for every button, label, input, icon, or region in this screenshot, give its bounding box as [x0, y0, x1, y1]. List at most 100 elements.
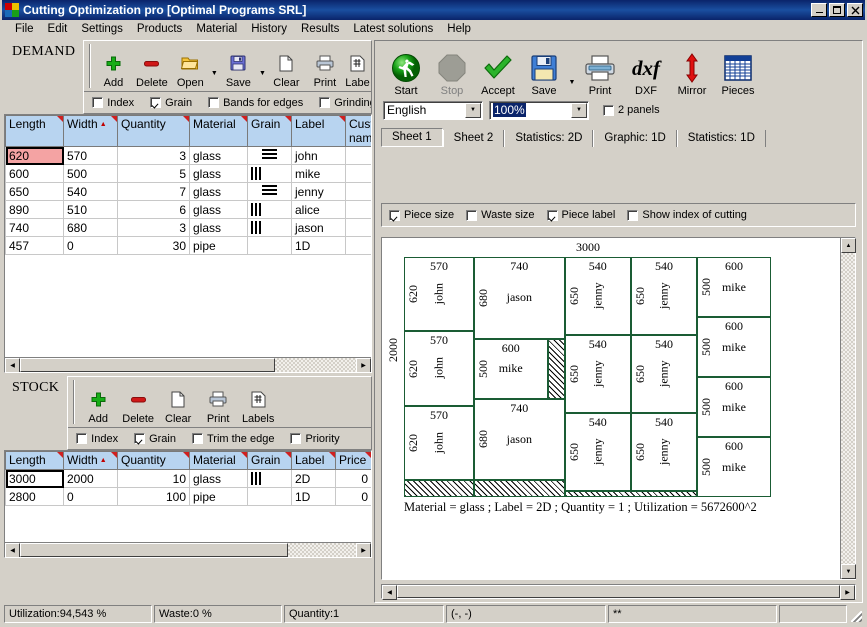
cell-width[interactable]: 570 [64, 147, 118, 165]
cut-piece[interactable]: 570620john [404, 331, 474, 405]
cell-material[interactable]: glass [190, 147, 248, 165]
cell-quantity[interactable]: 100 [118, 488, 190, 506]
cell-width[interactable]: 500 [64, 165, 118, 183]
cut-piece[interactable]: 570620john [404, 406, 474, 480]
cell-grain[interactable] [248, 219, 292, 237]
cell-customer[interactable] [346, 219, 372, 237]
cell-length[interactable]: 3000 [6, 470, 64, 488]
cell-width[interactable]: 2000 [64, 470, 118, 488]
scroll-right-button[interactable]: ▶ [356, 543, 371, 558]
cut-piece[interactable]: 600500mike [474, 339, 548, 399]
demand-table[interactable]: Length Width Quantity Material Grain Lab… [5, 115, 371, 255]
stock-col-material[interactable]: Material [190, 452, 248, 470]
cell-customer[interactable] [346, 201, 372, 219]
pieces-button[interactable]: Pieces [715, 45, 761, 97]
tab-graphic-1d[interactable]: Graphic: 1D [593, 130, 676, 147]
demand-open-button[interactable]: Open [171, 43, 209, 91]
cut-piece[interactable]: 540650jenny [565, 413, 631, 491]
demand-index-checkbox[interactable]: Index [92, 97, 134, 109]
cell-length[interactable]: 890 [6, 201, 64, 219]
scroll-left-button[interactable]: ◀ [382, 585, 397, 600]
results-print-button[interactable]: Print [577, 45, 623, 97]
resize-grip[interactable] [849, 605, 863, 623]
cell-label[interactable]: 1D [292, 237, 346, 255]
table-row[interactable]: 650 540 7 glass jenny [6, 183, 372, 201]
stock-index-checkbox[interactable]: Index [76, 433, 118, 445]
show-index-checkbox[interactable]: Show index of cutting [627, 209, 747, 221]
demand-labels-button[interactable]: Labe [344, 43, 371, 91]
language-select[interactable]: English ▼ [383, 101, 483, 120]
stock-labels-button[interactable]: Labels [238, 379, 278, 427]
cell-quantity[interactable]: 5 [118, 165, 190, 183]
scroll-left-button[interactable]: ◀ [5, 543, 20, 558]
cell-customer[interactable] [346, 237, 372, 255]
cell-customer[interactable] [346, 165, 372, 183]
demand-bands-checkbox[interactable]: Bands for edges [208, 97, 303, 109]
demand-horizontal-scrollbar[interactable]: ◀ ▶ [5, 357, 371, 372]
cell-material[interactable]: pipe [190, 488, 248, 506]
scroll-right-button[interactable]: ▶ [840, 585, 855, 600]
two-panels-checkbox[interactable]: 2 panels [603, 104, 660, 116]
stock-col-price[interactable]: Price [336, 452, 372, 470]
cell-width[interactable]: 0 [64, 488, 118, 506]
scroll-left-button[interactable]: ◀ [5, 358, 20, 373]
cell-label[interactable]: 1D [292, 488, 336, 506]
cell-length[interactable]: 457 [6, 237, 64, 255]
chevron-down-icon[interactable]: ▼ [465, 103, 481, 118]
cell-material[interactable]: glass [190, 183, 248, 201]
zoom-select[interactable]: 100% ▼ [489, 101, 589, 120]
cell-material[interactable]: glass [190, 470, 248, 488]
cut-piece[interactable]: 540650jenny [565, 335, 631, 413]
demand-col-grain[interactable]: Grain [248, 116, 292, 147]
stock-delete-button[interactable]: Delete [118, 379, 158, 427]
cell-length[interactable]: 650 [6, 183, 64, 201]
diagram-horizontal-scrollbar[interactable]: ◀ ▶ [381, 584, 856, 599]
stop-button[interactable]: Stop [429, 45, 475, 97]
cell-width[interactable]: 540 [64, 183, 118, 201]
cell-length[interactable]: 620 [6, 147, 64, 165]
cut-piece[interactable]: 740680jason [474, 399, 565, 481]
cell-quantity[interactable]: 30 [118, 237, 190, 255]
cell-material[interactable]: pipe [190, 237, 248, 255]
demand-grain-checkbox[interactable]: Grain [150, 97, 192, 109]
cell-grain[interactable] [248, 147, 292, 165]
cell-width[interactable]: 680 [64, 219, 118, 237]
menu-products[interactable]: Products [130, 22, 189, 36]
cut-piece[interactable]: 540650jenny [631, 257, 697, 335]
demand-delete-button[interactable]: Delete [133, 43, 171, 91]
stock-horizontal-scrollbar[interactable]: ◀ ▶ [5, 542, 371, 557]
scroll-track[interactable] [288, 543, 356, 557]
table-row[interactable]: 890 510 6 glass alice [6, 201, 372, 219]
demand-print-button[interactable]: Print [306, 43, 344, 91]
cell-label[interactable]: jenny [292, 183, 346, 201]
tab-sheet-2[interactable]: Sheet 2 [443, 130, 505, 147]
piece-label-checkbox[interactable]: Piece label [547, 209, 616, 221]
cutting-canvas[interactable]: 3000 2000 570620john570620john570620john… [382, 238, 840, 579]
demand-save-button[interactable]: Save [219, 43, 257, 91]
menu-results[interactable]: Results [294, 22, 346, 36]
cell-length[interactable]: 740 [6, 219, 64, 237]
table-row[interactable]: 600 500 5 glass mike [6, 165, 372, 183]
cell-grain[interactable] [248, 488, 292, 506]
stock-print-button[interactable]: Print [198, 379, 238, 427]
cell-quantity[interactable]: 7 [118, 183, 190, 201]
stock-priority-checkbox[interactable]: Priority [290, 433, 339, 445]
menu-material[interactable]: Material [189, 22, 244, 36]
cut-piece[interactable]: 600500mike [697, 437, 771, 497]
cell-label[interactable]: 2D [292, 470, 336, 488]
table-row[interactable]: 2800 0 100 pipe 1D 0 [6, 488, 372, 506]
stock-col-grain[interactable]: Grain [248, 452, 292, 470]
scroll-track[interactable] [275, 358, 356, 372]
demand-col-material[interactable]: Material [190, 116, 248, 147]
minimize-button[interactable] [811, 3, 827, 17]
cell-length[interactable]: 600 [6, 165, 64, 183]
stock-col-width[interactable]: Width [64, 452, 118, 470]
cut-piece[interactable]: 600500mike [697, 257, 771, 317]
cell-quantity[interactable]: 3 [118, 147, 190, 165]
diagram-vertical-scrollbar[interactable]: ▲ ▼ [840, 238, 855, 579]
menu-latest-solutions[interactable]: Latest solutions [346, 22, 440, 36]
cell-label[interactable]: john [292, 147, 346, 165]
cell-quantity[interactable]: 6 [118, 201, 190, 219]
table-row[interactable]: 620 570 3 glass john [6, 147, 372, 165]
menu-file[interactable]: File [8, 22, 41, 36]
